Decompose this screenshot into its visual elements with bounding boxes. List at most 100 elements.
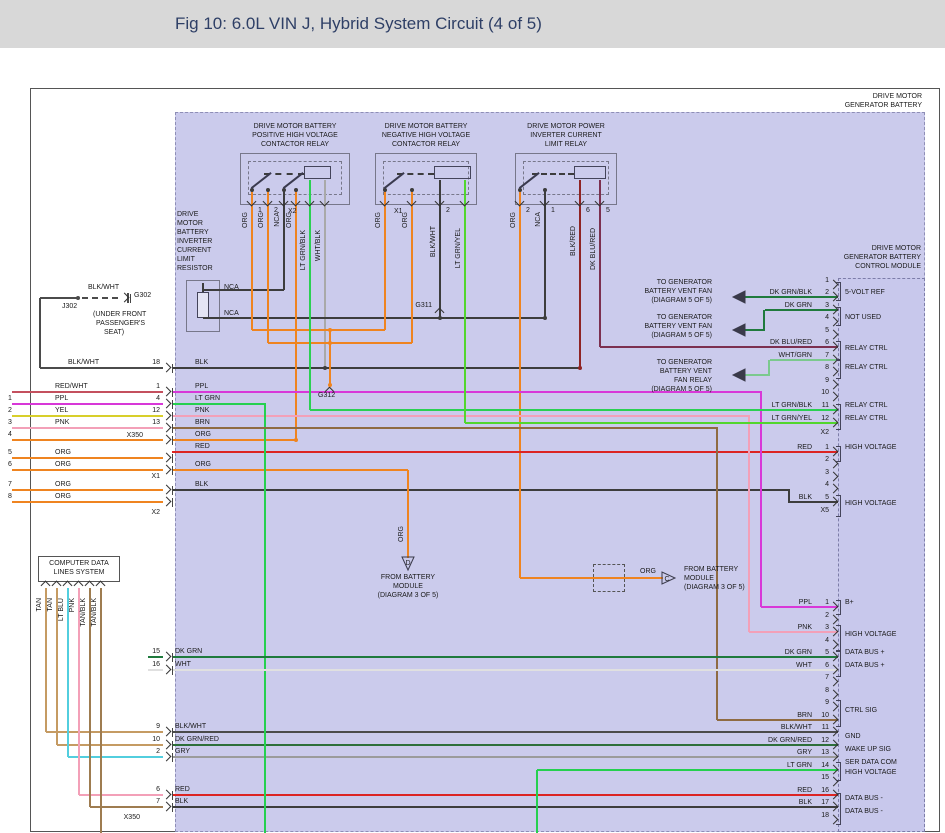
pin-bracket xyxy=(836,325,841,326)
label-diagram-5-of-5: (DIAGRAM 5 OF 5) xyxy=(651,386,712,393)
label-high-voltage: HIGH VOLTAGE xyxy=(845,444,896,451)
label-org: ORG xyxy=(195,431,211,438)
wire-ltgrn xyxy=(264,404,266,833)
wire-ltgrnb xyxy=(310,409,838,411)
pin-bar xyxy=(172,436,173,445)
pin-bar xyxy=(172,753,173,762)
pin-bracket xyxy=(840,651,841,676)
label-16: 16 xyxy=(152,661,160,668)
label-7: 7 xyxy=(156,798,160,805)
label-battery: BATTERY xyxy=(177,229,209,236)
wire-whtgrn xyxy=(745,374,770,376)
wire-ltgrny xyxy=(464,205,466,423)
arrow-icon xyxy=(731,289,747,305)
label-wht: WHT xyxy=(175,661,191,668)
junction-dot xyxy=(294,438,298,442)
label-tan-blk: TAN/BLK xyxy=(91,598,98,627)
label-from-battery: FROM BATTERY xyxy=(684,566,738,573)
wire-org xyxy=(12,489,163,491)
label-dk-grn-red: DK GRN/RED xyxy=(768,737,812,744)
wire-blkw xyxy=(82,297,118,299)
label-inverter: INVERTER xyxy=(177,238,212,245)
label-5: 5 xyxy=(8,449,12,456)
label-data-bus: DATA BUS - xyxy=(845,795,883,802)
pin-bar xyxy=(130,294,131,303)
pin-bar xyxy=(172,498,173,507)
label-under-front: (UNDER FRONT xyxy=(93,311,146,318)
wire-org xyxy=(295,205,297,440)
junction-dot xyxy=(328,383,332,387)
label-drive-motor: DRIVE MOTOR xyxy=(872,245,921,252)
label-positive-high-voltage: POSITIVE HIGH VOLTAGE xyxy=(252,132,338,139)
label-pnk: PNK xyxy=(195,407,209,414)
wire-org xyxy=(12,457,163,459)
label-org: ORG xyxy=(402,212,409,228)
label-blk: BLK xyxy=(799,799,812,806)
arrow-icon xyxy=(731,367,747,383)
label-brn: BRN xyxy=(195,419,210,426)
wire-ltblu xyxy=(68,756,163,758)
pin-bar xyxy=(172,424,173,433)
relay3-coil xyxy=(574,166,606,179)
label-2: 2 xyxy=(274,207,278,214)
label-resistor: RESISTOR xyxy=(177,265,213,272)
pin-bracket xyxy=(840,404,841,429)
junction-dot xyxy=(323,366,327,370)
label-ser-data-com: SER DATA COM xyxy=(845,759,897,766)
pin-bar xyxy=(172,653,173,662)
label-ppl: PPL xyxy=(55,395,68,402)
label-org: ORG xyxy=(398,526,405,542)
label-high-voltage: HIGH VOLTAGE xyxy=(845,500,896,507)
label-blk-wht: BLK/WHT xyxy=(430,226,437,257)
label-x1: X1 xyxy=(394,208,403,215)
wire-blkw xyxy=(40,297,78,299)
wire-org xyxy=(411,205,413,343)
wire-org xyxy=(407,470,409,558)
label-2: 2 xyxy=(156,748,160,755)
wire-org xyxy=(268,342,412,344)
wire-ltgrnb xyxy=(309,205,311,410)
pin-bracket xyxy=(836,404,841,405)
wire-pnk xyxy=(79,794,163,796)
arrow-icon xyxy=(731,322,747,338)
connector-triangle-c: C xyxy=(661,570,677,586)
wire-brn xyxy=(716,428,718,720)
label-x350: X350 xyxy=(124,814,140,821)
label-pnk: PNK xyxy=(798,624,812,631)
label-org: ORG xyxy=(55,493,71,500)
pin-bracket xyxy=(836,461,841,462)
label-generator-battery: GENERATOR BATTERY xyxy=(844,254,921,261)
pin-bar xyxy=(172,486,173,495)
wire-dkgrnr xyxy=(172,744,838,746)
label-4: 4 xyxy=(8,431,12,438)
label-dk-grn: DK GRN xyxy=(785,302,812,309)
wire-dkgrn xyxy=(172,656,838,658)
label-fan-relay: FAN RELAY xyxy=(674,377,712,384)
pin-bracket xyxy=(836,762,841,763)
label-yel: YEL xyxy=(55,407,68,414)
pin-bar xyxy=(172,728,173,737)
label-gnd: GND xyxy=(845,733,861,740)
label-data-bus: DATA BUS + xyxy=(845,662,885,669)
pin-bracket xyxy=(840,625,841,650)
label-x2: X2 xyxy=(820,429,829,436)
label-to-generator: TO GENERATOR xyxy=(657,279,712,286)
label-tan: TAN xyxy=(36,598,43,611)
label-gry: GRY xyxy=(797,749,812,756)
wire-gry xyxy=(172,756,838,758)
wire-ltgrn xyxy=(536,770,538,833)
label-module: MODULE xyxy=(684,575,714,582)
label-wht-grn: WHT/GRN xyxy=(779,352,812,359)
pin-bracket xyxy=(840,307,841,325)
pin-bracket xyxy=(836,780,841,781)
label-6: 6 xyxy=(586,207,590,214)
pin-bracket xyxy=(836,676,841,677)
label-x2: X2 xyxy=(151,509,160,516)
wire-dkgrn xyxy=(745,329,765,331)
wire-blk xyxy=(172,806,838,808)
label-computer-data: COMPUTER DATA xyxy=(49,560,109,567)
label-seat: SEAT) xyxy=(104,329,124,336)
wire-ppl xyxy=(760,392,762,607)
wire-org xyxy=(252,329,385,331)
pin-bracket xyxy=(836,307,841,308)
